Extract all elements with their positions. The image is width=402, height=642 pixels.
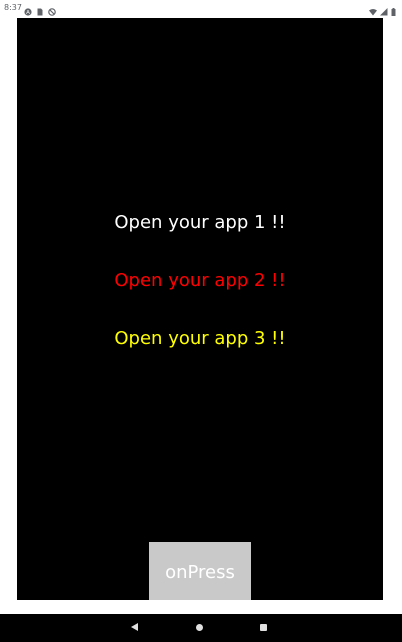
battery-icon bbox=[391, 3, 396, 16]
home-icon[interactable] bbox=[196, 624, 203, 631]
message-app-3: Open your app 3 !! bbox=[114, 328, 286, 349]
on-press-button[interactable]: onPress bbox=[149, 542, 251, 600]
svg-text:A: A bbox=[26, 10, 30, 16]
navigation-bar bbox=[0, 614, 402, 642]
status-bar: 8:37 A bbox=[0, 0, 402, 18]
sim-card-icon bbox=[36, 3, 44, 16]
signal-icon bbox=[380, 3, 388, 16]
back-icon[interactable] bbox=[131, 623, 138, 631]
status-time: 8:37 bbox=[4, 3, 22, 12]
status-system-icons bbox=[369, 3, 396, 16]
status-notification-icons: A bbox=[24, 3, 56, 16]
message-app-2: Open your app 2 !! bbox=[114, 270, 286, 291]
message-app-1: Open your app 1 !! bbox=[114, 212, 286, 233]
circle-slash-icon bbox=[48, 3, 56, 16]
a-circle-icon: A bbox=[24, 3, 32, 16]
app-screen: Open your app 1 !! Open your app 2 !! Op… bbox=[17, 18, 383, 600]
wifi-icon bbox=[369, 3, 377, 16]
recents-icon[interactable] bbox=[260, 624, 267, 631]
